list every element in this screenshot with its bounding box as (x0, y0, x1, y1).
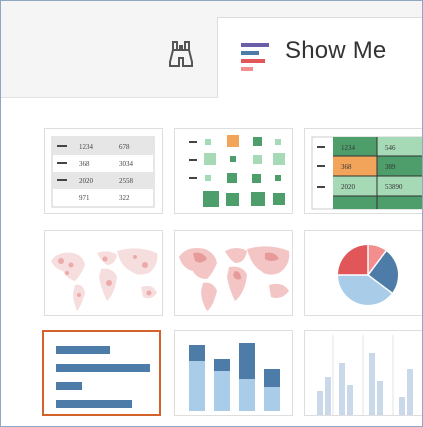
side-by-side-bars-graphic (317, 335, 413, 415)
text-table-graphic: 1234 678 368 3034 2020 2558 971 322 (51, 136, 155, 208)
thumb-side-by-side-bars[interactable] (304, 330, 422, 416)
stacked-bars-graphic (189, 343, 280, 411)
thumb-pie-chart[interactable] (304, 230, 422, 316)
horizontal-bars-graphic (56, 346, 150, 408)
text-table-cell: 322 (119, 194, 130, 202)
highlight-table-cell: 2020 (341, 183, 356, 191)
highlight-table-graphic: 1234 546 368 389 2020 53890 (311, 136, 422, 210)
thumb-symbol-map[interactable] (44, 230, 163, 316)
show-me-bars-icon (241, 43, 269, 71)
tab-bar: Show Me (1, 1, 422, 98)
show-me-panel: Show Me 1234 678 368 3034 2020 2558 971 … (0, 0, 423, 427)
highlight-table-cell: 368 (341, 163, 352, 171)
text-table-cell: 2558 (119, 177, 134, 185)
text-table-cell: 1234 (79, 143, 94, 151)
tab-find[interactable] (151, 25, 211, 81)
text-table-cell: 368 (79, 160, 90, 168)
text-table-cell: 2020 (79, 177, 94, 185)
highlight-table-cell: 389 (385, 163, 396, 171)
thumb-horizontal-bars[interactable] (42, 330, 161, 416)
tab-show-me-label: Show Me (285, 37, 387, 64)
text-table-cell: 678 (119, 143, 130, 151)
highlight-table-cell: 53890 (385, 183, 403, 191)
heat-map-graphic (189, 135, 285, 207)
thumb-highlight-table[interactable]: 1234 546 368 389 2020 53890 (304, 128, 422, 214)
tab-show-me[interactable]: Show Me (217, 17, 422, 98)
symbol-map-graphic (51, 248, 158, 311)
text-table-cell: 3034 (119, 160, 134, 168)
thumb-stacked-bars[interactable] (174, 330, 293, 416)
binoculars-icon (169, 41, 193, 67)
filled-map-graphic (179, 246, 290, 311)
text-table-cell: 971 (79, 194, 90, 202)
highlight-table-cell: 546 (385, 144, 396, 152)
highlight-table-cell: 1234 (341, 144, 356, 152)
thumb-heat-map[interactable] (174, 128, 293, 214)
thumb-filled-map[interactable] (174, 230, 293, 316)
thumb-text-table[interactable]: 1234 678 368 3034 2020 2558 971 322 (44, 128, 163, 214)
pie-chart-graphic (338, 245, 398, 305)
